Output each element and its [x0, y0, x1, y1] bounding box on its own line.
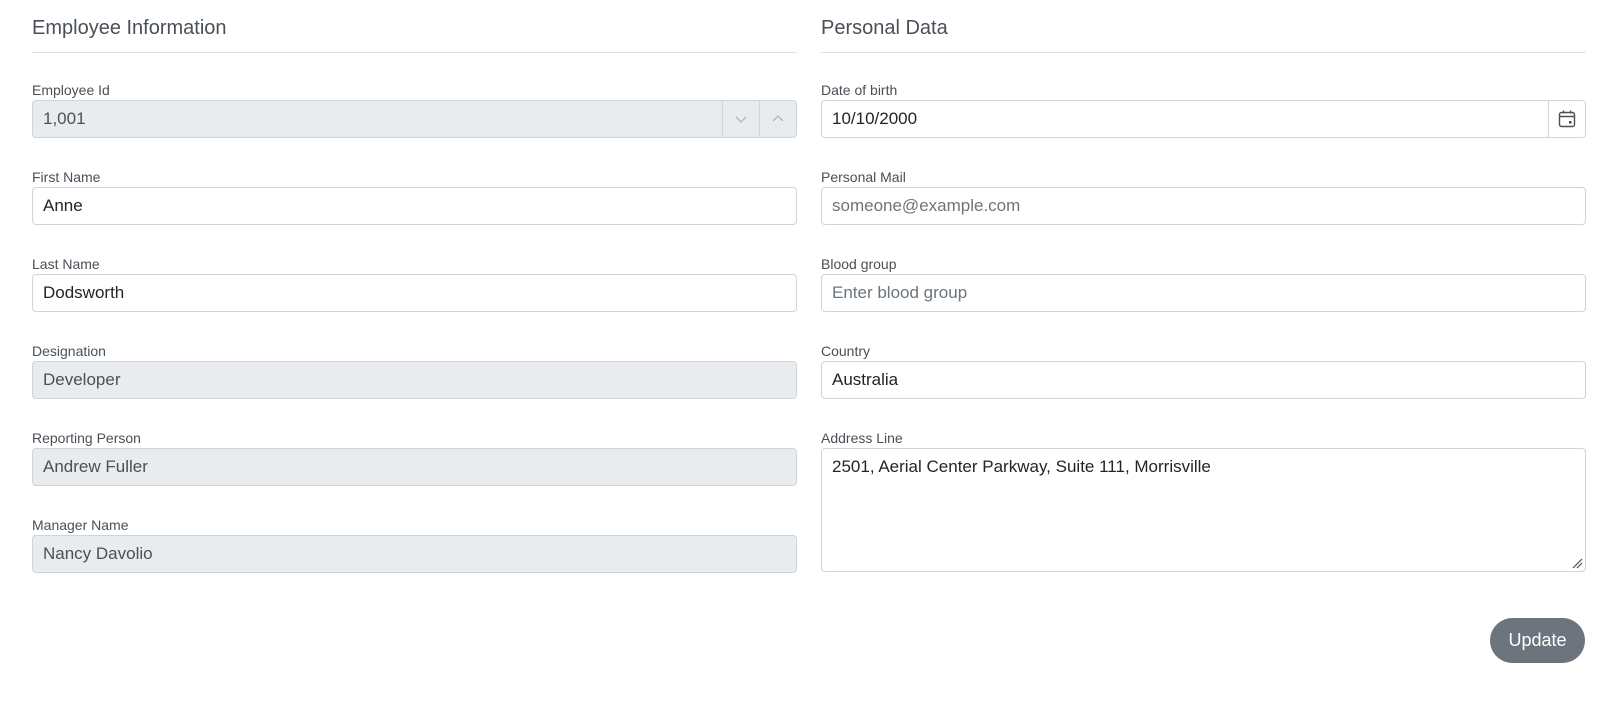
resize-handle-icon[interactable] — [1571, 557, 1583, 569]
last-name-value: Dodsworth — [43, 283, 125, 302]
designation-value: Developer — [43, 370, 121, 389]
designation-label: Designation — [32, 343, 106, 359]
update-button[interactable]: Update — [1490, 618, 1585, 663]
blood-group-label: Blood group — [821, 256, 897, 272]
blood-group-input[interactable]: Enter blood group — [821, 274, 1586, 312]
manager-name-input: Nancy Davolio — [32, 535, 797, 573]
section-divider — [821, 52, 1586, 53]
manager-name-label: Manager Name — [32, 517, 129, 533]
country-value: Australia — [832, 370, 899, 389]
employee-id-label: Employee Id — [32, 82, 110, 98]
reporting-person-label: Reporting Person — [32, 430, 141, 446]
calendar-icon[interactable] — [1548, 101, 1585, 137]
section-divider — [32, 52, 797, 53]
personal-mail-label: Personal Mail — [821, 169, 906, 185]
manager-name-value: Nancy Davolio — [43, 544, 153, 563]
date-of-birth-input[interactable]: 10/10/2000 — [821, 100, 1586, 138]
employee-id-input: 1,001 — [32, 100, 797, 138]
last-name-input[interactable]: Dodsworth — [32, 274, 797, 312]
country-input[interactable]: Australia — [821, 361, 1586, 399]
reporting-person-value: Andrew Fuller — [43, 457, 148, 476]
employee-id-value: 1,001 — [43, 109, 86, 128]
chevron-down-icon[interactable] — [722, 101, 759, 137]
first-name-label: First Name — [32, 169, 101, 185]
personal-data-title: Personal Data — [821, 17, 948, 39]
personal-mail-input[interactable]: someone@example.com — [821, 187, 1586, 225]
designation-input: Developer — [32, 361, 797, 399]
blood-group-placeholder: Enter blood group — [832, 283, 968, 302]
chevron-up-icon[interactable] — [759, 101, 796, 137]
country-label: Country — [821, 343, 871, 359]
last-name-label: Last Name — [32, 256, 100, 272]
first-name-input[interactable]: Anne — [32, 187, 797, 225]
personal-mail-placeholder: someone@example.com — [832, 196, 1021, 215]
date-of-birth-label: Date of birth — [821, 82, 898, 98]
date-of-birth-value: 10/10/2000 — [832, 109, 918, 128]
address-line-textarea[interactable]: 2501, Aerial Center Parkway, Suite 111, … — [821, 448, 1586, 572]
address-line-label: Address Line — [821, 430, 903, 446]
reporting-person-input: Andrew Fuller — [32, 448, 797, 486]
address-line-value: 2501, Aerial Center Parkway, Suite 111, … — [832, 457, 1211, 476]
employee-information-title: Employee Information — [32, 17, 227, 39]
first-name-value: Anne — [43, 196, 83, 215]
employee-form: Employee Information Employee Id 1,001 F… — [0, 0, 1608, 714]
